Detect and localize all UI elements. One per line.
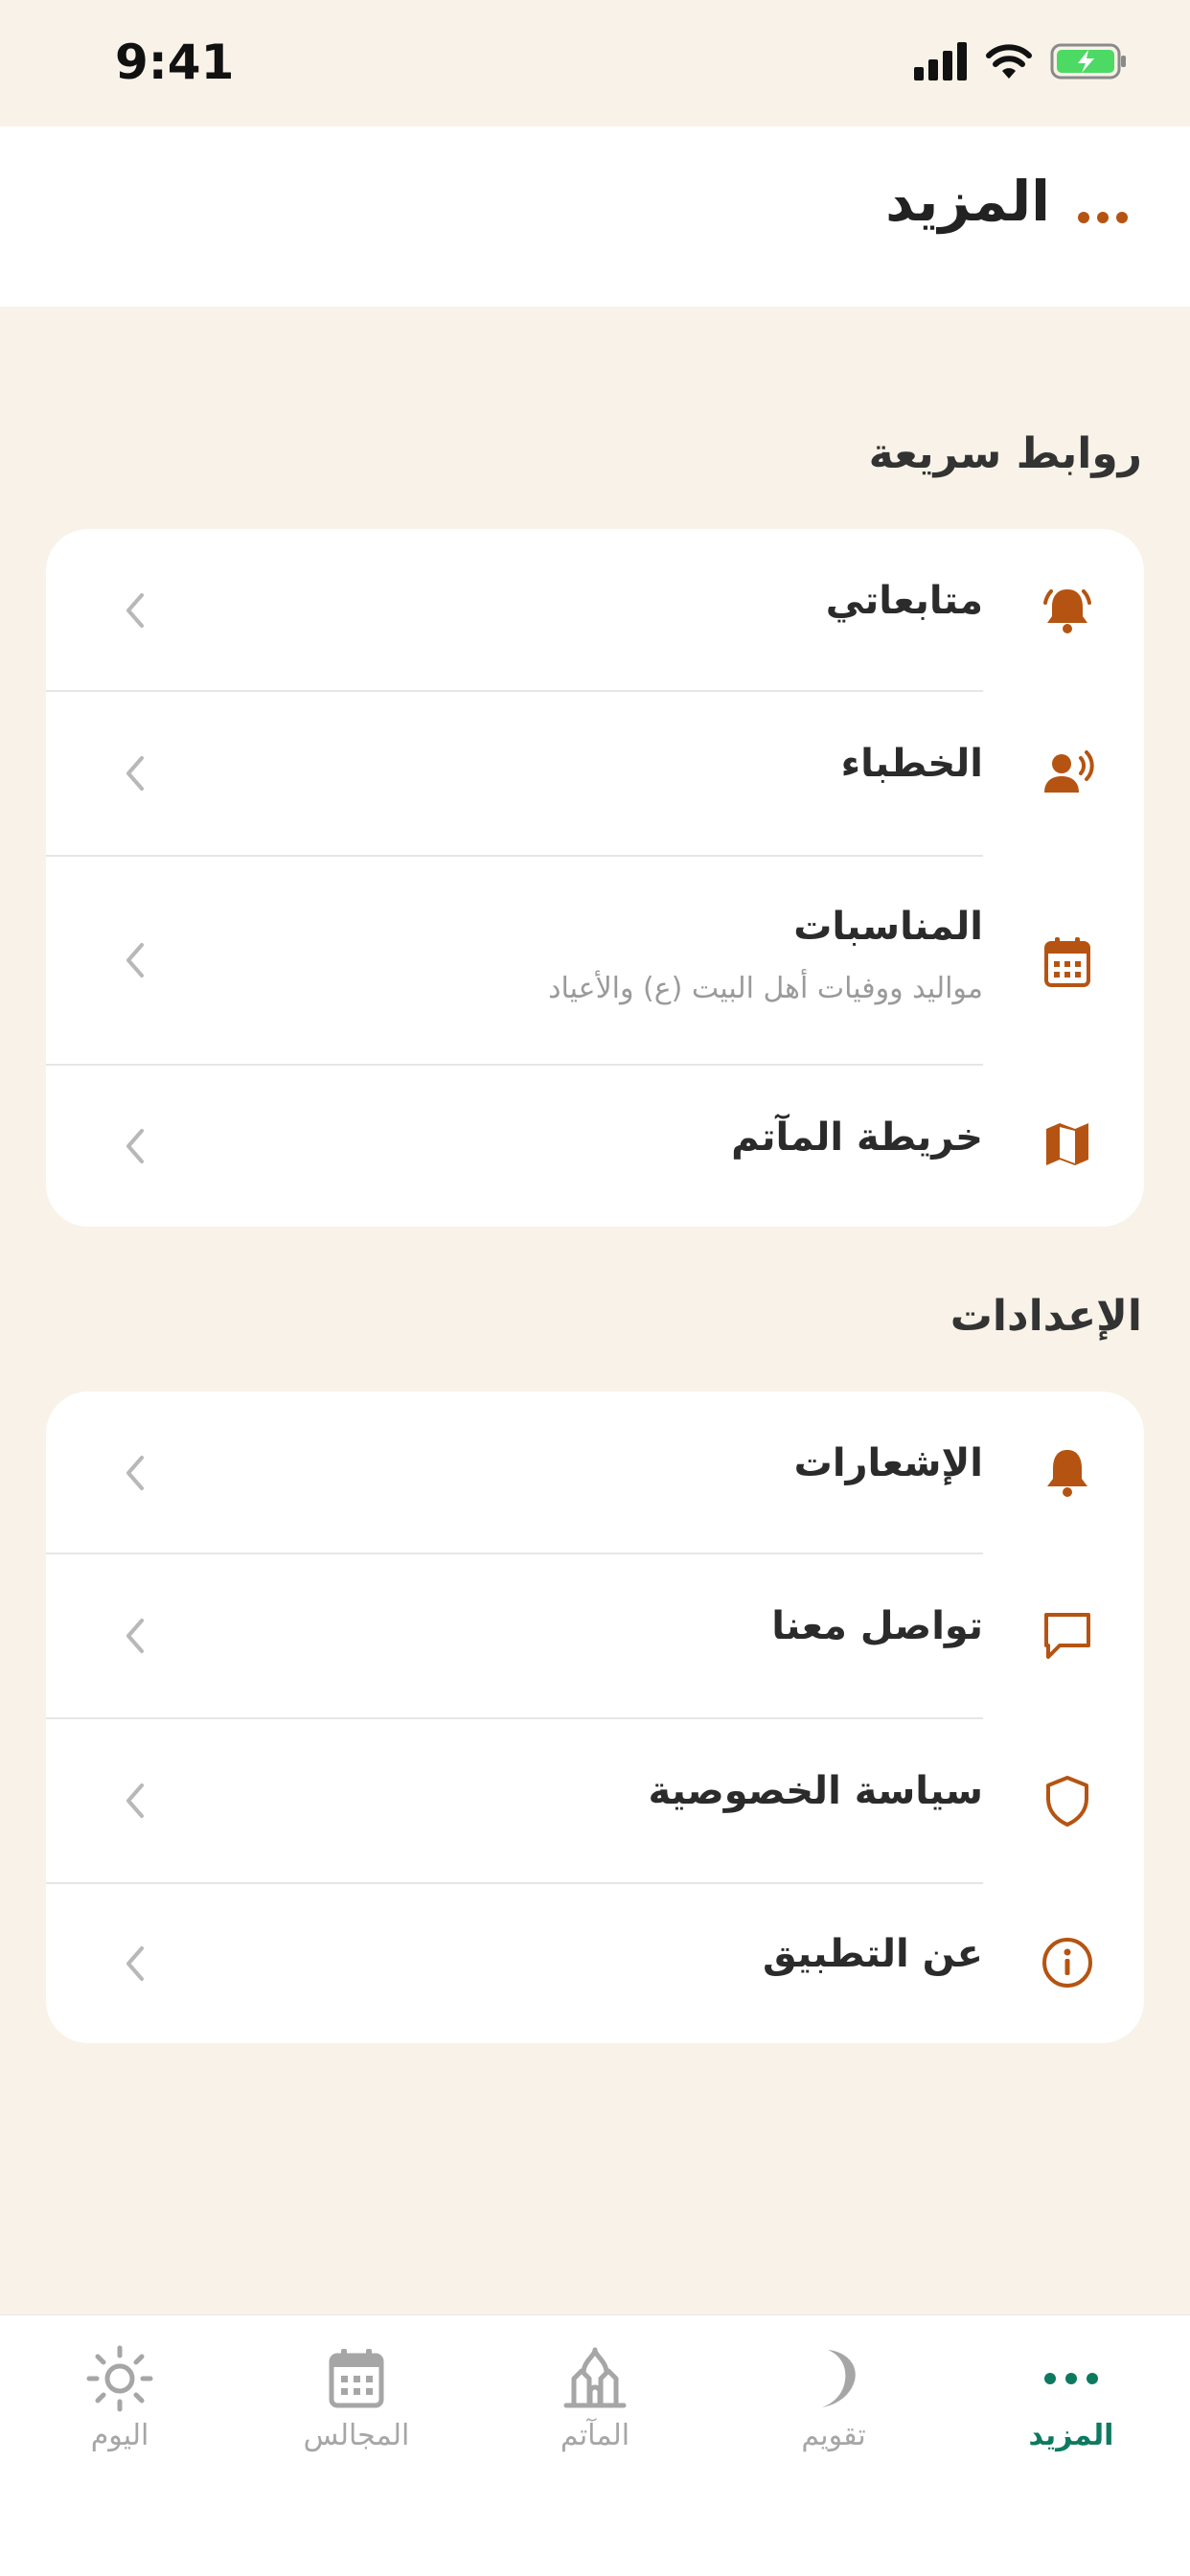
status-time: 9:41 xyxy=(115,34,235,90)
quick-link-speakers[interactable]: الخطباء xyxy=(46,692,1144,855)
settings-contact[interactable]: تواصل معنا xyxy=(46,1554,1144,1717)
chevron-left-icon xyxy=(126,1783,144,1818)
page-title: المزيد xyxy=(885,169,1050,234)
settings-privacy[interactable]: سياسة الخصوصية xyxy=(46,1719,1144,1882)
moon-icon xyxy=(822,2350,856,2407)
more-dots-icon xyxy=(1078,212,1128,223)
calendar-icon xyxy=(329,2349,384,2408)
bell-icon xyxy=(1047,1450,1087,1497)
settings-notifications[interactable]: الإشعارات xyxy=(46,1392,1144,1554)
row-subtitle: مواليد ووفيات أهل البيت (ع) والأعياد xyxy=(548,972,983,1005)
tab-label: تقويم xyxy=(801,2419,866,2452)
status-bar: 9:41 xyxy=(0,0,1190,126)
row-label: خريطة المآتم xyxy=(731,1116,983,1160)
quick-link-follows[interactable]: متابعاتي xyxy=(46,529,1144,692)
speaker-icon xyxy=(1044,750,1094,793)
bell-ring-icon xyxy=(1043,589,1091,633)
quick-links-title: روابط سريعة xyxy=(868,429,1142,478)
row-label: سياسة الخصوصية xyxy=(648,1769,984,1813)
tab-label: اليوم xyxy=(90,2419,149,2452)
row-label: تواصل معنا xyxy=(771,1604,983,1648)
chevron-left-icon xyxy=(126,1456,144,1490)
more-icon xyxy=(1044,2373,1098,2384)
row-label: المناسبات xyxy=(793,905,983,949)
shield-icon xyxy=(1046,1776,1088,1827)
tab-gatherings[interactable]: المجالس xyxy=(251,2344,462,2452)
calendar-icon xyxy=(1044,937,1090,987)
tab-label: المزيد xyxy=(1028,2419,1114,2452)
row-label: الإشعارات xyxy=(793,1441,983,1485)
battery-icon xyxy=(1050,43,1126,80)
info-icon xyxy=(1042,1938,1092,1988)
chevron-left-icon xyxy=(126,593,144,628)
sun-icon xyxy=(86,2345,153,2412)
tab-mourning-houses[interactable]: المآتم xyxy=(490,2344,700,2452)
tab-more[interactable]: المزيد xyxy=(966,2344,1177,2452)
chevron-left-icon xyxy=(126,1619,144,1653)
status-icons xyxy=(914,42,1127,80)
row-label: متابعاتي xyxy=(825,579,983,623)
settings-card: الإشعارات تواصل معنا سياسة الخصوصية عن ا… xyxy=(46,1392,1144,2043)
quick-link-map[interactable]: خريطة المآتم xyxy=(46,1066,1144,1227)
chevron-left-icon xyxy=(126,756,144,791)
wifi-icon xyxy=(986,44,1032,79)
mosque-icon xyxy=(563,2347,627,2408)
tab-label: المآتم xyxy=(560,2419,630,2452)
page-header: المزيد xyxy=(0,126,1190,307)
chevron-left-icon xyxy=(126,1129,144,1163)
tab-bar: اليوم المجالس المآتم تقويم المزيد xyxy=(0,2315,1190,2576)
signal-icon xyxy=(914,42,967,80)
settings-about[interactable]: عن التطبيق xyxy=(46,1884,1144,2043)
chevron-left-icon xyxy=(126,943,144,978)
chevron-left-icon xyxy=(126,1946,144,1981)
row-label: الخطباء xyxy=(840,742,983,786)
row-label: عن التطبيق xyxy=(763,1932,983,1976)
tab-calendar[interactable]: تقويم xyxy=(728,2344,939,2452)
settings-title: الإعدادات xyxy=(950,1292,1142,1341)
quick-link-occasions[interactable]: المناسبات مواليد ووفيات أهل البيت (ع) وا… xyxy=(46,857,1144,1064)
quick-links-card: متابعاتي الخطباء المناسبات مواليد ووفيات… xyxy=(46,529,1144,1227)
tab-label: المجالس xyxy=(303,2419,410,2452)
chat-icon xyxy=(1044,1613,1090,1659)
map-icon xyxy=(1046,1123,1088,1165)
tab-today[interactable]: اليوم xyxy=(14,2344,225,2452)
